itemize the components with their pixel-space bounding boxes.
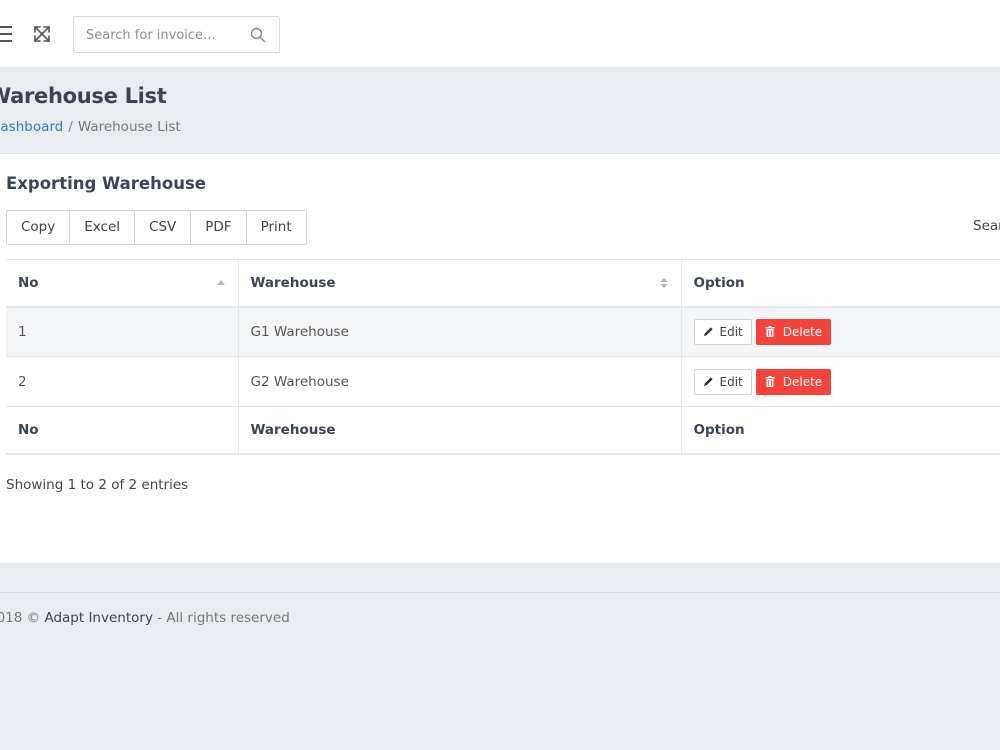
pencil-icon	[703, 377, 713, 387]
column-header-warehouse[interactable]: Warehouse	[238, 259, 682, 308]
excel-button[interactable]: Excel	[70, 211, 136, 244]
sort-icon	[659, 277, 668, 288]
trash-icon	[765, 376, 775, 387]
column-header-option: Option	[681, 259, 1000, 308]
breadcrumb-current: Warehouse List	[77, 119, 181, 135]
delete-button[interactable]: Delete	[755, 318, 832, 345]
footer-year: 2018 ©	[0, 610, 41, 626]
trash-icon	[765, 326, 775, 338]
sort-asc-icon	[216, 279, 225, 285]
cell-option: Edit Delete	[681, 356, 1000, 407]
warehouse-card: Exporting Warehouse Copy Excel CSV PDF P…	[0, 153, 1000, 564]
export-button-group: Copy Excel CSV PDF Print	[6, 210, 307, 245]
footer-suffix: - All rights reserved	[152, 610, 290, 626]
warehouse-table: No Warehouse Option 1 G1 Warehouse Edit …	[6, 259, 1000, 455]
cell-no: 2	[6, 356, 239, 407]
pencil-icon	[703, 327, 713, 337]
page-footer: 2018 © Adapt Inventory - All rights rese…	[0, 592, 1000, 750]
table-row: 2 G2 Warehouse Edit Delete	[6, 356, 1000, 407]
search-input[interactable]	[86, 25, 246, 45]
table-footer-row: No Warehouse Option	[6, 406, 1000, 455]
cell-warehouse: G2 Warehouse	[238, 356, 682, 407]
edit-label: Edit	[719, 324, 743, 339]
breadcrumb-separator: /	[68, 119, 73, 135]
copy-button[interactable]: Copy	[7, 211, 71, 244]
csv-button[interactable]: CSV	[135, 211, 192, 244]
search-icon[interactable]	[249, 26, 267, 44]
delete-button[interactable]: Delete	[755, 368, 832, 395]
footer-text: 2018 © Adapt Inventory - All rights rese…	[0, 610, 290, 626]
edit-label: Edit	[719, 374, 743, 389]
table-header-row: No Warehouse Option	[6, 259, 1000, 308]
breadcrumb: Dashboard /Warehouse List	[0, 119, 181, 135]
table-search-label: Search:	[973, 218, 1000, 234]
breadcrumb-dashboard-link[interactable]: Dashboard	[0, 119, 63, 135]
column-header-label: No	[18, 274, 39, 291]
pdf-button[interactable]: PDF	[191, 211, 247, 244]
footer-header-warehouse: Warehouse	[238, 406, 682, 455]
cell-warehouse: G1 Warehouse	[238, 306, 682, 357]
cell-no: 1	[6, 306, 239, 357]
page-title: Warehouse List	[0, 84, 167, 108]
top-navbar	[0, 0, 1000, 68]
column-header-label: Warehouse	[250, 274, 336, 291]
search-box	[73, 16, 280, 53]
fullscreen-icon[interactable]	[32, 24, 52, 44]
edit-button[interactable]: Edit	[693, 368, 752, 395]
table-info: Showing 1 to 2 of 2 entries	[6, 477, 189, 493]
footer-header-option: Option	[681, 406, 1000, 455]
print-button[interactable]: Print	[246, 211, 306, 244]
edit-button[interactable]: Edit	[693, 318, 752, 345]
delete-label: Delete	[782, 374, 823, 389]
card-title: Exporting Warehouse	[6, 174, 206, 193]
footer-brand: Adapt Inventory	[44, 610, 153, 626]
cell-option: Edit Delete	[681, 306, 1000, 357]
column-header-no[interactable]: No	[6, 259, 239, 308]
menu-icon[interactable]	[0, 26, 12, 42]
footer-header-no: No	[6, 406, 239, 455]
delete-label: Delete	[782, 324, 823, 339]
table-row: 1 G1 Warehouse Edit Delete	[6, 306, 1000, 357]
